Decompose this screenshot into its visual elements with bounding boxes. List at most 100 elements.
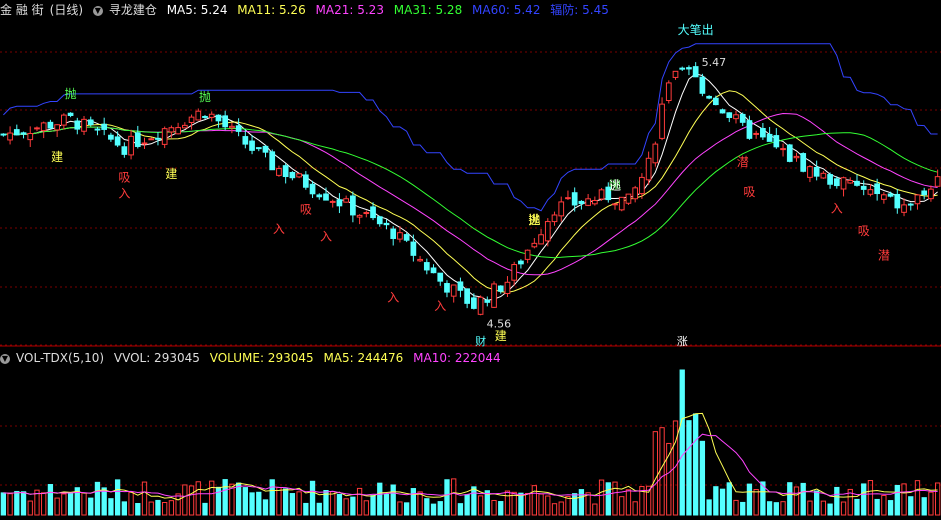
candle-body (484, 299, 491, 303)
candle-body (336, 199, 343, 207)
volume-bar (444, 479, 450, 516)
candle-body (827, 174, 833, 185)
candle-body (356, 214, 363, 218)
volume-bar (155, 499, 161, 516)
volume-bar (491, 499, 497, 516)
candle-body (840, 177, 847, 190)
candle-body (74, 120, 81, 130)
candle-body (168, 127, 175, 133)
volume-bar (235, 482, 242, 516)
volume-bar (397, 501, 403, 516)
volume-bar (699, 440, 706, 516)
volume-bar (524, 492, 531, 516)
signal-label: 抛 (65, 86, 77, 101)
date-tick-label: 涨 (677, 335, 688, 348)
candle-body (901, 204, 907, 213)
volume-bar (269, 479, 275, 516)
candle-body (175, 127, 181, 135)
volume-bar (350, 496, 356, 516)
volume-bar (168, 500, 175, 516)
candle-body (665, 82, 672, 102)
candle-body (114, 136, 121, 146)
candle-body (302, 174, 309, 188)
ma5-line (3, 73, 938, 301)
candle-body (887, 193, 894, 197)
candle-body (551, 214, 558, 223)
volume-bar (430, 503, 437, 516)
candle-body (148, 138, 155, 141)
volume-bar (7, 493, 13, 516)
volume-bar (693, 413, 699, 516)
volume-bar (565, 495, 571, 516)
candle-body (807, 166, 813, 178)
candle-body (363, 212, 370, 215)
volume-bar (27, 500, 33, 516)
candle-body (706, 95, 712, 99)
volume-bar (41, 492, 47, 516)
candle-body (94, 128, 101, 131)
volume-bar (753, 489, 759, 516)
candle-body (13, 129, 20, 136)
stock-chart[interactable]: 抛抛抛抛逃逃建建建吸入入吸入入入潜吸入吸潜 5.474.56大笔出财涨 (0, 0, 941, 520)
candle-body (215, 114, 222, 122)
volume-bar (276, 486, 282, 516)
ma60-line (3, 43, 938, 212)
candle-body (235, 125, 242, 132)
candle-body (719, 109, 726, 114)
signal-label: 入 (273, 222, 285, 236)
volume-bar (686, 420, 692, 516)
candle-body (67, 112, 74, 116)
volume-bar (182, 484, 188, 516)
candle-body (47, 121, 54, 129)
low-price-label: 4.56 (487, 317, 512, 330)
volume-bar (370, 495, 376, 516)
candle-body (518, 260, 524, 265)
volume-bar (61, 493, 67, 516)
candle-body (255, 147, 262, 150)
volume-bar (383, 493, 390, 516)
candle-body (195, 110, 202, 121)
candle-body (34, 127, 40, 130)
candle-body (585, 198, 591, 206)
volume-bar (901, 483, 907, 516)
volume-bar (545, 495, 551, 516)
candle-body (222, 115, 229, 128)
candle-body (591, 199, 598, 205)
moving-average-lines (3, 43, 938, 501)
candle-body (208, 113, 215, 118)
date-tick-label: 财 (475, 334, 486, 348)
volume-bar (612, 481, 618, 516)
candle-body (410, 241, 417, 256)
ma11-line (3, 90, 938, 294)
candle-body (81, 118, 87, 132)
signal-label: 入 (320, 229, 332, 243)
candle-body (746, 120, 753, 139)
volume-bar (249, 492, 255, 516)
volume-bar (471, 486, 477, 516)
candle-body (578, 200, 585, 204)
candle-body (598, 189, 605, 200)
grid-lines (0, 51, 941, 486)
volume-bar (827, 503, 833, 516)
volume-bar (457, 503, 464, 516)
candle-body (350, 195, 356, 216)
volume-bar (551, 503, 558, 516)
candle-body (134, 132, 141, 147)
top-annotation: 大笔出 (678, 22, 714, 37)
candle-body (397, 232, 403, 240)
volume-bar (417, 491, 423, 516)
signal-label: 抛 (199, 89, 211, 104)
candle-body (780, 148, 786, 151)
volume-bar (867, 480, 874, 516)
volume-bar (558, 501, 564, 516)
volume-bar (908, 496, 914, 516)
candle-body (786, 144, 793, 162)
candle-body (531, 242, 538, 248)
candle-body (793, 155, 800, 159)
candle-body (881, 194, 887, 200)
signal-label: 逃 (609, 179, 621, 193)
candle-body (121, 146, 128, 155)
candle-body (726, 112, 733, 118)
candle-body (383, 222, 390, 226)
candlesticks (0, 62, 941, 316)
